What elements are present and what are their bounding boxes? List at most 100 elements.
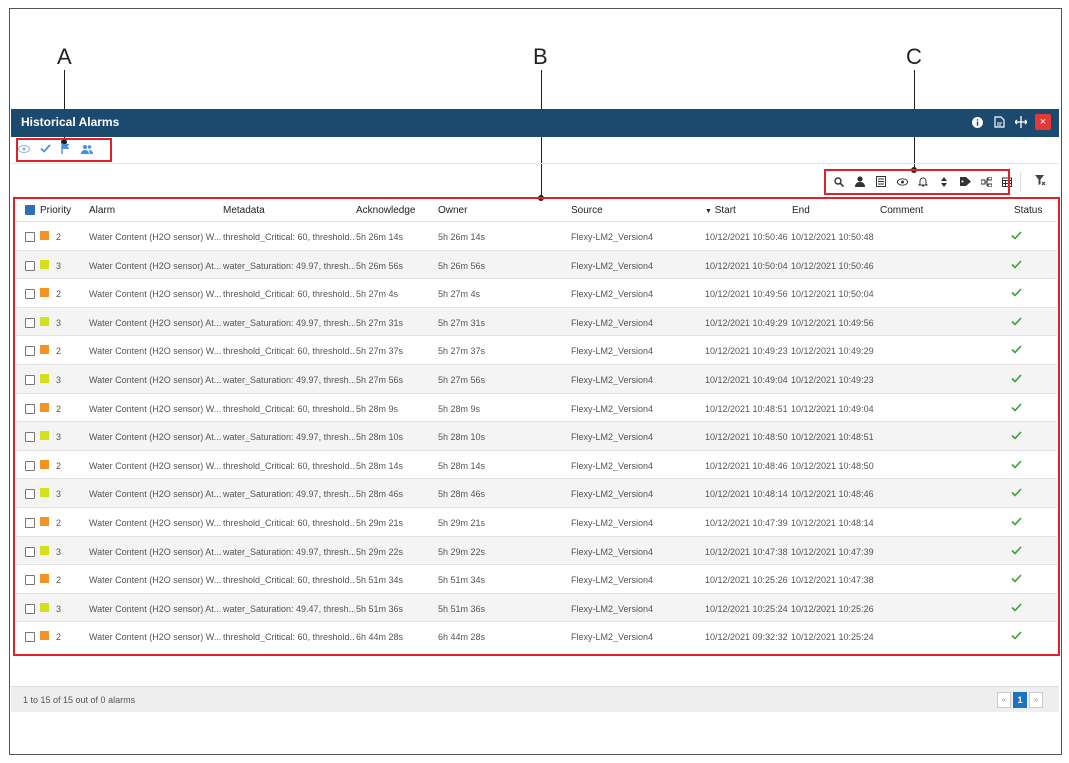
col-source[interactable]: Source bbox=[571, 205, 603, 216]
cell-owner: 5h 51m 34s bbox=[438, 575, 486, 586]
cell-start: 10/12/2021 10:50:04 bbox=[705, 260, 788, 271]
cell-start: 10/12/2021 10:49:56 bbox=[705, 289, 788, 300]
priority-value: 3 bbox=[56, 432, 62, 443]
cell-metadata: water_Saturation: 49.97, thresh... bbox=[223, 374, 355, 385]
row-checkbox[interactable] bbox=[25, 289, 35, 300]
col-acknowledge[interactable]: Acknowledge bbox=[356, 205, 415, 216]
row-checkbox[interactable] bbox=[25, 403, 35, 414]
cell-start: 10/12/2021 10:50:46 bbox=[705, 232, 788, 242]
col-end[interactable]: End bbox=[792, 205, 810, 216]
cell-metadata: threshold_Critical: 60, threshold... bbox=[223, 517, 355, 528]
alarms-table: Priority Alarm Metadata Acknowledge Owne… bbox=[16, 199, 1057, 650]
cell-start: 10/12/2021 10:48:50 bbox=[705, 432, 788, 443]
row-checkbox[interactable] bbox=[25, 603, 35, 614]
priority-swatch bbox=[40, 516, 49, 526]
priority-value: 2 bbox=[56, 575, 62, 586]
row-checkbox[interactable] bbox=[25, 517, 35, 528]
cell-start: 10/12/2021 10:49:29 bbox=[705, 317, 788, 328]
cell-acknowledge: 5h 29m 22s bbox=[356, 546, 404, 557]
status-ok-icon bbox=[1011, 343, 1022, 357]
cell-owner: 5h 28m 9s bbox=[438, 403, 481, 414]
table-row[interactable]: 2 Water Content (H2O sensor) W... threshol… bbox=[16, 335, 1057, 364]
cell-alarm: Water Content (H2O sensor) W... bbox=[89, 403, 221, 414]
table-row[interactable]: 2 Water Content (H2O sensor) W... threshol… bbox=[16, 621, 1057, 650]
select-all-checkbox[interactable] bbox=[25, 205, 35, 215]
window-title: Historical Alarms bbox=[21, 115, 120, 129]
col-status[interactable]: Status bbox=[1014, 205, 1042, 216]
cell-metadata: water_Saturation: 49.97, thresh... bbox=[223, 260, 355, 271]
prev-page-button[interactable]: « bbox=[997, 692, 1011, 708]
cell-source: Flexy-LM2_Version4 bbox=[571, 460, 654, 471]
col-priority[interactable]: Priority bbox=[40, 205, 71, 216]
row-checkbox[interactable] bbox=[25, 260, 35, 271]
callout-c-box bbox=[824, 169, 1010, 195]
priority-swatch bbox=[40, 602, 49, 612]
cell-owner: 5h 27m 31s bbox=[438, 317, 486, 328]
priority-swatch bbox=[40, 345, 49, 355]
row-checkbox[interactable] bbox=[25, 489, 35, 500]
next-page-button[interactable]: » bbox=[1029, 692, 1043, 708]
row-checkbox[interactable] bbox=[25, 317, 35, 328]
col-comment[interactable]: Comment bbox=[880, 205, 923, 216]
cell-acknowledge: 5h 28m 46s bbox=[356, 489, 404, 500]
table-row[interactable]: 3 Water Content (H2O sensor) At... water_S… bbox=[16, 478, 1057, 507]
cell-source: Flexy-LM2_Version4 bbox=[571, 289, 654, 300]
page-1-button[interactable]: 1 bbox=[1013, 692, 1027, 708]
row-checkbox[interactable] bbox=[25, 460, 35, 471]
clear-filter-icon[interactable] bbox=[1035, 175, 1046, 189]
cell-end: 10/12/2021 10:49:23 bbox=[791, 374, 874, 385]
cell-source: Flexy-LM2_Version4 bbox=[571, 489, 654, 500]
info-icon[interactable] bbox=[969, 114, 985, 130]
priority-swatch bbox=[40, 574, 49, 584]
table-row[interactable]: 2 Water Content (H2O sensor) W... threshol… bbox=[16, 221, 1057, 250]
cell-metadata: threshold_Critical: 60, threshold... bbox=[223, 403, 355, 414]
row-checkbox[interactable] bbox=[25, 632, 35, 643]
col-start[interactable]: ▼ Start bbox=[705, 205, 736, 216]
table-row[interactable]: 2 Water Content (H2O sensor) W... threshol… bbox=[16, 506, 1057, 536]
table-row[interactable]: 3 Water Content (H2O sensor) At... water_S… bbox=[16, 535, 1057, 565]
table-row[interactable]: 2 Water Content (H2O sensor) W... threshol… bbox=[16, 278, 1057, 307]
cell-start: 10/12/2021 10:48:14 bbox=[705, 489, 788, 500]
priority-swatch bbox=[40, 373, 49, 383]
table-row[interactable]: 2 Water Content (H2O sensor) W... threshol… bbox=[16, 392, 1057, 422]
cell-end: 10/12/2021 10:47:38 bbox=[791, 575, 874, 586]
cell-end: 10/12/2021 10:48:50 bbox=[791, 460, 874, 471]
row-checkbox[interactable] bbox=[25, 432, 35, 443]
row-checkbox[interactable] bbox=[25, 575, 35, 586]
row-checkbox[interactable] bbox=[25, 232, 35, 242]
cell-alarm: Water Content (H2O sensor) W... bbox=[89, 517, 221, 528]
row-checkbox[interactable] bbox=[25, 374, 35, 385]
cell-alarm: Water Content (H2O sensor) W... bbox=[89, 632, 221, 643]
cell-metadata: water_Saturation: 49.97, thresh... bbox=[223, 489, 355, 500]
cell-start: 10/12/2021 09:32:32 bbox=[705, 632, 788, 643]
priority-swatch bbox=[40, 431, 49, 441]
status-ok-icon bbox=[1011, 315, 1022, 329]
status-ok-icon bbox=[1011, 544, 1022, 558]
priority-value: 2 bbox=[56, 632, 62, 643]
priority-swatch bbox=[40, 459, 49, 469]
pdf-export-icon[interactable] bbox=[991, 114, 1007, 130]
table-row[interactable]: 3 Water Content (H2O sensor) At... water_S… bbox=[16, 421, 1057, 450]
cell-alarm: Water Content (H2O sensor) At... bbox=[89, 317, 221, 328]
close-icon[interactable]: × bbox=[1035, 114, 1051, 130]
cell-owner: 5h 29m 22s bbox=[438, 546, 486, 557]
row-checkbox[interactable] bbox=[25, 546, 35, 557]
table-row[interactable]: 3 Water Content (H2O sensor) At... water_S… bbox=[16, 249, 1057, 279]
resize-icon[interactable] bbox=[1013, 114, 1029, 130]
table-row[interactable]: 2 Water Content (H2O sensor) W... threshol… bbox=[16, 564, 1057, 593]
cell-end: 10/12/2021 10:48:51 bbox=[791, 432, 874, 443]
table-row[interactable]: 2 Water Content (H2O sensor) W... threshol… bbox=[16, 449, 1057, 479]
cell-alarm: Water Content (H2O sensor) W... bbox=[89, 232, 221, 242]
cell-source: Flexy-LM2_Version4 bbox=[571, 232, 654, 242]
table-row[interactable]: 3 Water Content (H2O sensor) At... water_S… bbox=[16, 306, 1057, 336]
priority-swatch bbox=[40, 316, 49, 326]
priority-value: 2 bbox=[56, 403, 62, 414]
col-metadata[interactable]: Metadata bbox=[223, 205, 265, 216]
col-alarm[interactable]: Alarm bbox=[89, 205, 115, 216]
row-checkbox[interactable] bbox=[25, 346, 35, 357]
cell-metadata: threshold_Critical: 60, threshold... bbox=[223, 289, 355, 300]
table-row[interactable]: 3 Water Content (H2O sensor) At... water_S… bbox=[16, 592, 1057, 622]
toolbar-divider bbox=[11, 163, 1059, 164]
table-row[interactable]: 3 Water Content (H2O sensor) At... water_S… bbox=[16, 363, 1057, 393]
col-owner[interactable]: Owner bbox=[438, 205, 467, 216]
